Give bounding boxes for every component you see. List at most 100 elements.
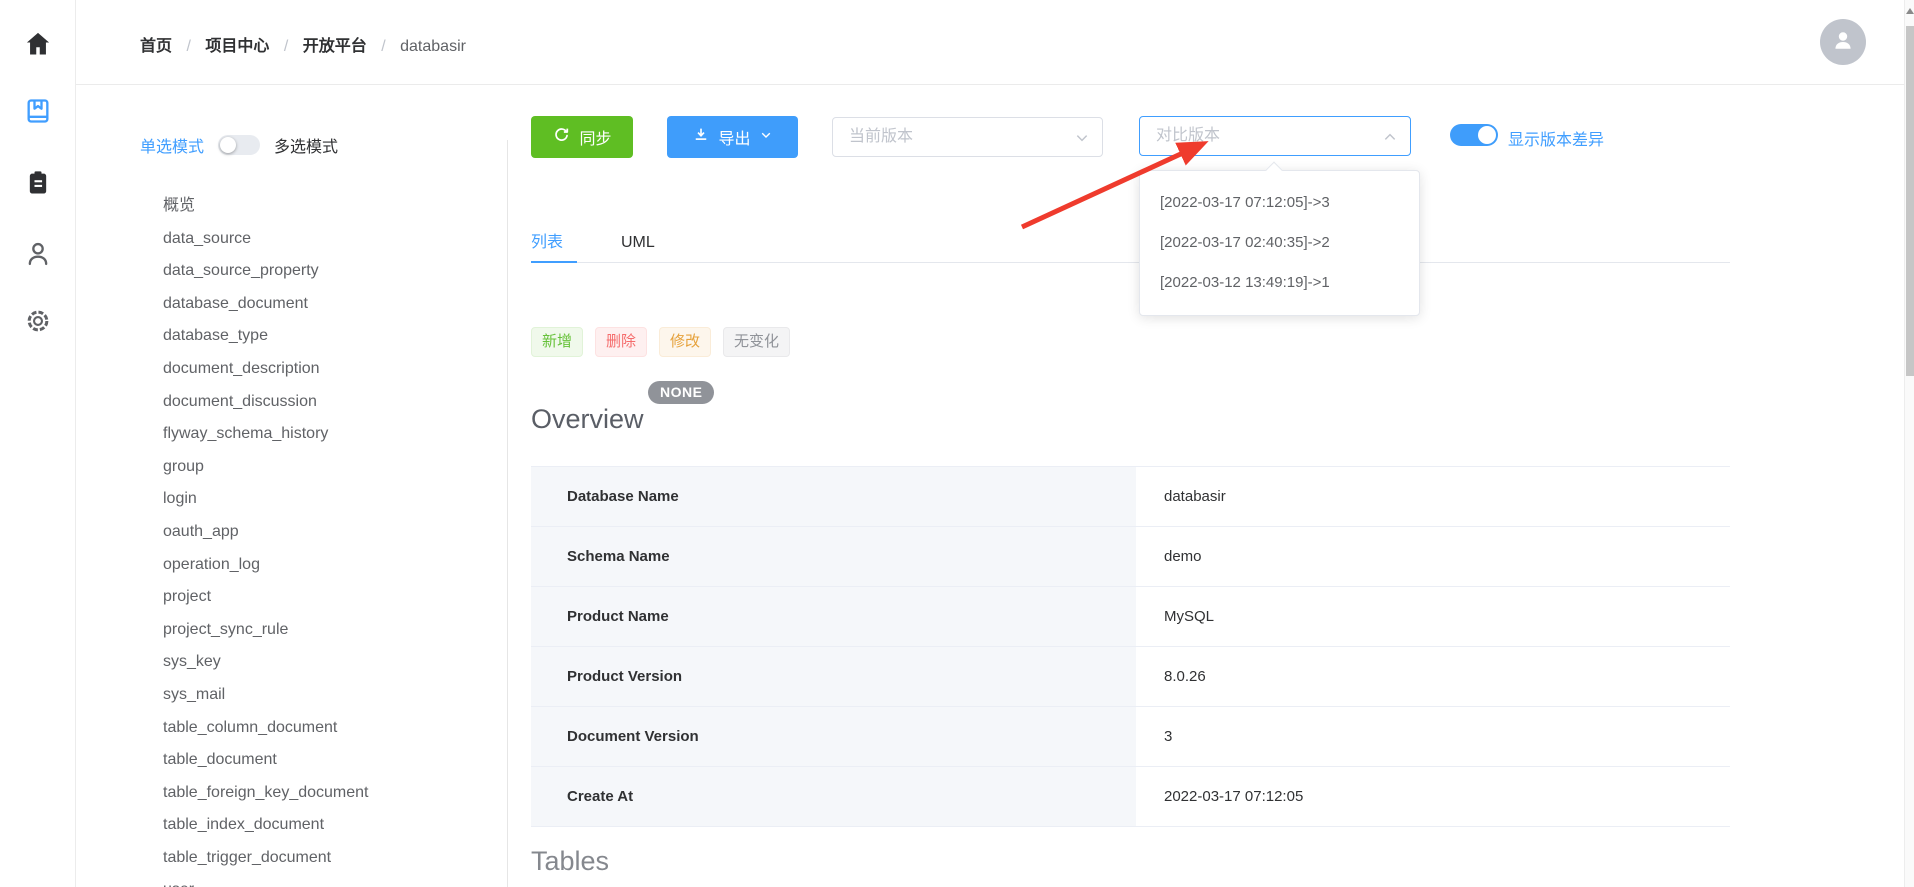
row-label: Product Name xyxy=(531,587,1136,646)
row-value: demo xyxy=(1136,527,1730,586)
gear-icon xyxy=(24,322,52,339)
compare-version-placeholder: 对比版本 xyxy=(1156,117,1220,155)
breadcrumb-separator: / xyxy=(186,38,190,55)
page-scrollbar[interactable] xyxy=(1904,0,1914,887)
export-button[interactable]: 导出 xyxy=(667,116,798,158)
table-nav-list: 概览 data_source data_source_property data… xyxy=(163,190,498,887)
panel-divider xyxy=(507,140,508,887)
legend-unchanged-badge: 无变化 xyxy=(723,327,790,357)
chevron-up-icon xyxy=(1382,129,1398,150)
table-nav-item[interactable]: sys_mail xyxy=(163,679,498,712)
active-tab-indicator xyxy=(531,261,577,263)
breadcrumb-item-group[interactable]: 开放平台 xyxy=(303,38,367,55)
table-nav-item[interactable]: project_sync_rule xyxy=(163,614,498,647)
rail-home-button[interactable] xyxy=(24,30,52,58)
switch-knob xyxy=(220,137,236,153)
refresh-icon xyxy=(552,125,571,149)
table-row: Product Name MySQL xyxy=(531,587,1730,647)
breadcrumb-separator: / xyxy=(284,38,288,55)
table-nav-item[interactable]: table_foreign_key_document xyxy=(163,777,498,810)
rail-tasks-button[interactable] xyxy=(24,169,52,197)
row-label: Database Name xyxy=(531,467,1136,526)
table-nav-item[interactable]: table_column_document xyxy=(163,712,498,745)
row-label: Schema Name xyxy=(531,527,1136,586)
table-nav-item[interactable]: login xyxy=(163,483,498,516)
databasir-project-page: 首页 / 项目中心 / 开放平台 / databasir 单选模式 多选模式 概… xyxy=(0,0,1914,887)
table-row: Create At 2022-03-17 07:12:05 xyxy=(531,767,1730,827)
overview-table: Database Name databasir Schema Name demo… xyxy=(531,466,1730,827)
toggle-knob xyxy=(1478,126,1496,144)
table-nav-item[interactable]: table_document xyxy=(163,744,498,777)
rail-docs-button[interactable] xyxy=(24,97,52,125)
table-nav-item[interactable]: database_type xyxy=(163,320,498,353)
table-nav-item[interactable]: oauth_app xyxy=(163,516,498,549)
row-label: Product Version xyxy=(531,647,1136,706)
user-icon xyxy=(24,255,52,272)
table-nav-item[interactable]: data_source xyxy=(163,223,498,256)
table-nav-item[interactable]: database_document xyxy=(163,288,498,321)
row-value: 2022-03-17 07:12:05 xyxy=(1136,767,1730,826)
table-nav-item-overview[interactable]: 概览 xyxy=(163,190,498,223)
table-nav-item[interactable]: group xyxy=(163,451,498,484)
selection-mode-row: 单选模式 多选模式 xyxy=(140,133,338,157)
row-value: 3 xyxy=(1136,707,1730,766)
multi-mode-label: 多选模式 xyxy=(274,133,338,157)
export-button-label: 导出 xyxy=(718,125,750,149)
download-icon xyxy=(692,126,710,149)
table-nav-item[interactable]: sys_key xyxy=(163,646,498,679)
selection-mode-switch[interactable] xyxy=(218,135,260,155)
status-badge: NONE xyxy=(648,381,714,404)
breadcrumb-item-current: databasir xyxy=(400,38,466,55)
version-option[interactable]: [2022-03-12 13:49:19]->1 xyxy=(1140,263,1419,303)
view-tabs: 列表 UML xyxy=(531,226,1730,263)
table-row: Database Name databasir xyxy=(531,467,1730,527)
table-nav-item[interactable]: user xyxy=(163,874,498,887)
table-nav-item[interactable]: document_description xyxy=(163,353,498,386)
compare-version-dropdown: [2022-03-17 07:12:05]->3 [2022-03-17 02:… xyxy=(1139,170,1420,316)
scroll-up-arrow-icon[interactable] xyxy=(1906,8,1914,14)
home-icon xyxy=(24,45,52,62)
chevron-down-icon xyxy=(1074,130,1090,151)
table-nav-item[interactable]: data_source_property xyxy=(163,255,498,288)
breadcrumb-separator: / xyxy=(381,38,385,55)
legend-modified-badge: 修改 xyxy=(659,327,711,357)
row-value: databasir xyxy=(1136,467,1730,526)
tab-list[interactable]: 列表 xyxy=(531,226,563,260)
legend-added-badge: 新增 xyxy=(531,327,583,357)
current-version-placeholder: 当前版本 xyxy=(849,118,913,156)
tab-uml[interactable]: UML xyxy=(621,226,655,260)
current-version-select[interactable]: 当前版本 xyxy=(832,117,1103,157)
sync-button[interactable]: 同步 xyxy=(531,116,633,158)
overview-title: Overview xyxy=(531,404,644,435)
version-option[interactable]: [2022-03-17 07:12:05]->3 xyxy=(1140,183,1419,223)
table-nav-item[interactable]: table_index_document xyxy=(163,809,498,842)
table-nav-item[interactable]: project xyxy=(163,581,498,614)
show-diff-label: 显示版本差异 xyxy=(1508,126,1604,150)
chevron-down-icon xyxy=(759,128,773,147)
nav-rail xyxy=(0,0,76,887)
row-label: Create At xyxy=(531,767,1136,826)
compare-version-select[interactable]: 对比版本 xyxy=(1139,116,1411,156)
table-row: Product Version 8.0.26 xyxy=(531,647,1730,707)
breadcrumb-item-home[interactable]: 首页 xyxy=(140,38,172,55)
table-row: Schema Name demo xyxy=(531,527,1730,587)
legend-removed-badge: 删除 xyxy=(595,327,647,357)
table-nav-item[interactable]: flyway_schema_history xyxy=(163,418,498,451)
table-row: Document Version 3 xyxy=(531,707,1730,767)
clipboard-icon xyxy=(24,184,52,201)
table-nav-item[interactable]: document_discussion xyxy=(163,386,498,419)
show-diff-toggle[interactable] xyxy=(1450,124,1498,146)
rail-users-button[interactable] xyxy=(24,240,52,268)
rail-settings-button[interactable] xyxy=(24,307,52,335)
version-option[interactable]: [2022-03-17 02:40:35]->2 xyxy=(1140,223,1419,263)
table-nav-item[interactable]: operation_log xyxy=(163,549,498,582)
row-value: MySQL xyxy=(1136,587,1730,646)
breadcrumb-item-projects[interactable]: 项目中心 xyxy=(205,38,269,55)
avatar-user-icon xyxy=(1829,26,1857,59)
scrollbar-thumb[interactable] xyxy=(1906,26,1914,376)
breadcrumb: 首页 / 项目中心 / 开放平台 / databasir xyxy=(140,32,466,56)
book-icon xyxy=(24,112,52,129)
dropdown-caret xyxy=(1266,162,1283,179)
table-nav-item[interactable]: table_trigger_document xyxy=(163,842,498,875)
user-avatar[interactable] xyxy=(1820,19,1866,65)
